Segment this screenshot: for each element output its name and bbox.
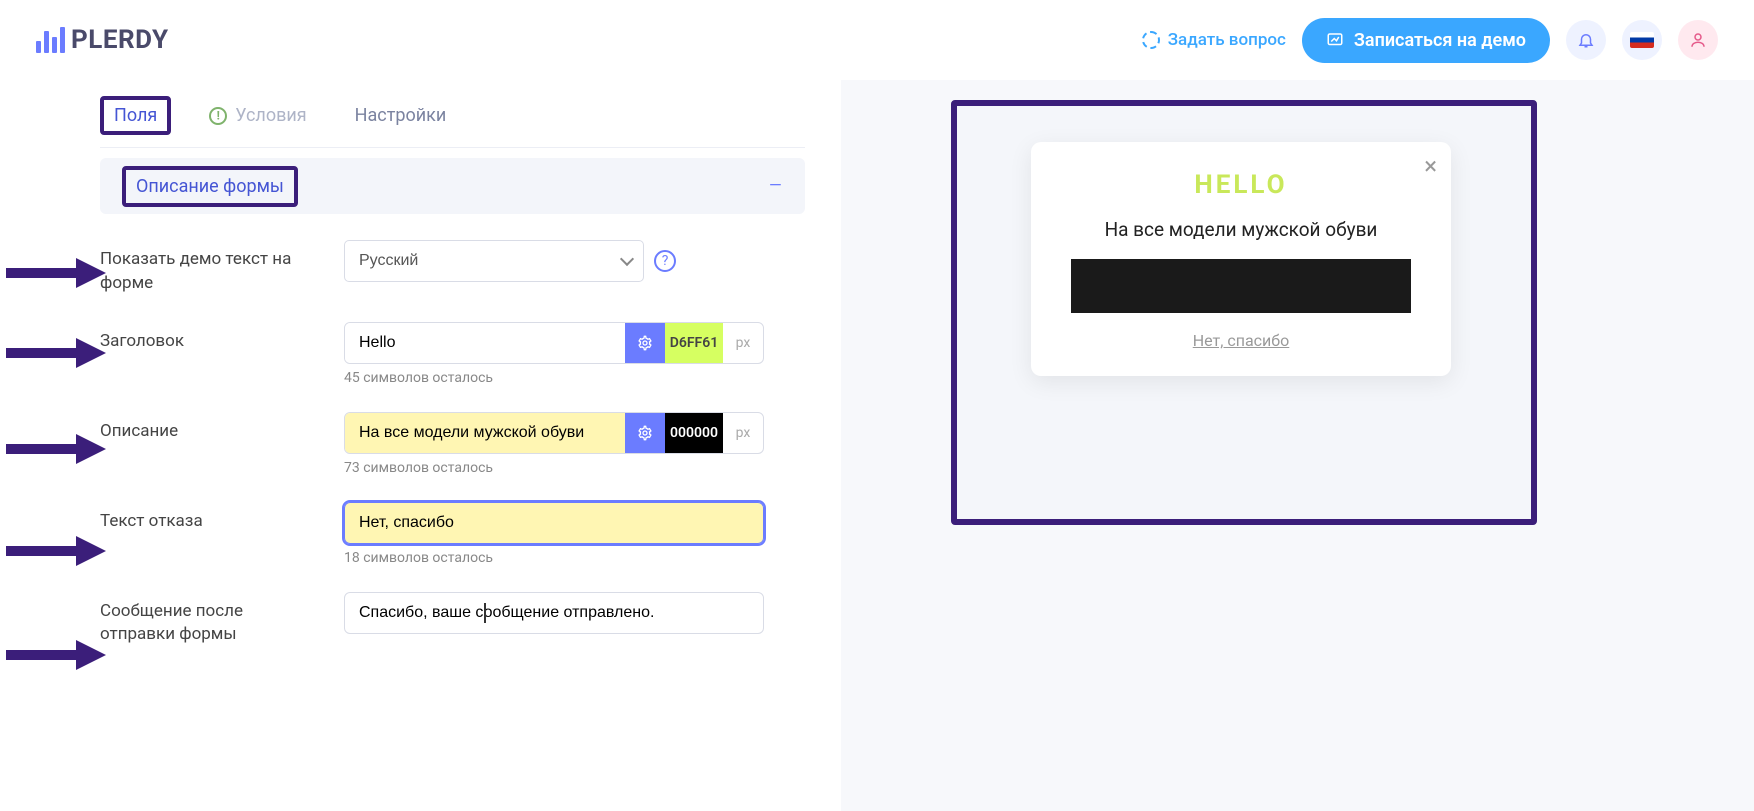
description-input[interactable] xyxy=(345,413,625,453)
logo[interactable]: PLERDY xyxy=(36,25,169,55)
ask-question-link[interactable]: Задать вопрос xyxy=(1142,30,1286,50)
logo-icon xyxy=(36,27,65,53)
title-color-swatch[interactable]: D6FF61 xyxy=(665,323,723,363)
refuse-helper: 18 символов осталось xyxy=(344,550,764,566)
flag-ru-icon xyxy=(1630,32,1654,48)
title-input-group: D6FF61 px xyxy=(344,322,764,364)
tab-settings[interactable]: Настройки xyxy=(345,100,457,131)
form-area: Показать демо текст на форме ? Заголовок xyxy=(100,240,805,673)
preview-button-placeholder xyxy=(1071,259,1411,313)
editor-panel: Поля Условия Настройки Описание формы − … xyxy=(0,80,841,811)
preview-frame: × HELLO На все модели мужской обуви Нет,… xyxy=(951,100,1537,525)
close-icon[interactable]: × xyxy=(1424,152,1437,180)
description-helper: 73 символов осталось xyxy=(344,460,764,476)
collapse-icon[interactable]: − xyxy=(768,171,783,201)
title-px-unit: px xyxy=(723,323,763,363)
help-icon[interactable]: ? xyxy=(654,250,676,272)
preview-description: На все модели мужской обуви xyxy=(1055,218,1427,241)
tab-conditions-label: Условия xyxy=(235,105,306,126)
header-actions: Задать вопрос Записаться на демо xyxy=(1142,18,1718,63)
profile-button[interactable] xyxy=(1678,20,1718,60)
bell-icon xyxy=(1577,31,1595,49)
warning-icon xyxy=(209,107,227,125)
gear-icon xyxy=(637,425,653,441)
label-title: Заголовок xyxy=(100,322,320,354)
gear-icon xyxy=(637,335,653,351)
chart-icon xyxy=(1326,31,1344,49)
language-button[interactable] xyxy=(1622,20,1662,60)
preview-panel: × HELLO На все модели мужской обуви Нет,… xyxy=(841,80,1754,811)
title-settings-button[interactable] xyxy=(625,323,665,363)
label-refuse: Текст отказа xyxy=(100,502,320,534)
ask-label: Задать вопрос xyxy=(1168,30,1286,50)
preview-title: HELLO xyxy=(1055,170,1427,200)
label-demo-text: Показать демо текст на форме xyxy=(100,240,320,296)
book-demo-button[interactable]: Записаться на демо xyxy=(1302,18,1550,63)
tab-fields[interactable]: Поля xyxy=(100,96,171,135)
label-after-send: Сообщение после отправки формы xyxy=(100,592,320,648)
tabs: Поля Условия Настройки xyxy=(100,96,805,148)
user-icon xyxy=(1689,31,1707,49)
language-select[interactable] xyxy=(344,240,644,282)
logo-text: PLERDY xyxy=(71,25,169,55)
accordion-header[interactable]: Описание формы − xyxy=(100,158,805,214)
accordion-title: Описание формы xyxy=(122,166,298,207)
preview-popup: × HELLO На все модели мужской обуви Нет,… xyxy=(1031,142,1451,376)
refuse-input[interactable] xyxy=(344,502,764,544)
tab-conditions[interactable]: Условия xyxy=(199,100,316,131)
preview-refuse-link[interactable]: Нет, спасибо xyxy=(1055,331,1427,350)
lifebuoy-icon xyxy=(1142,31,1160,49)
description-color-swatch[interactable]: 000000 xyxy=(665,413,723,453)
title-input[interactable] xyxy=(345,323,625,363)
description-px-unit: px xyxy=(723,413,763,453)
description-settings-button[interactable] xyxy=(625,413,665,453)
topbar: PLERDY Задать вопрос Записаться на демо xyxy=(0,0,1754,80)
demo-label: Записаться на демо xyxy=(1354,30,1526,51)
language-value[interactable] xyxy=(344,240,644,282)
description-input-group: 000000 px xyxy=(344,412,764,454)
notifications-button[interactable] xyxy=(1566,20,1606,60)
after-send-input[interactable] xyxy=(344,592,764,634)
title-helper: 45 символов осталось xyxy=(344,370,764,386)
label-description: Описание xyxy=(100,412,320,444)
text-cursor-icon xyxy=(484,603,486,623)
